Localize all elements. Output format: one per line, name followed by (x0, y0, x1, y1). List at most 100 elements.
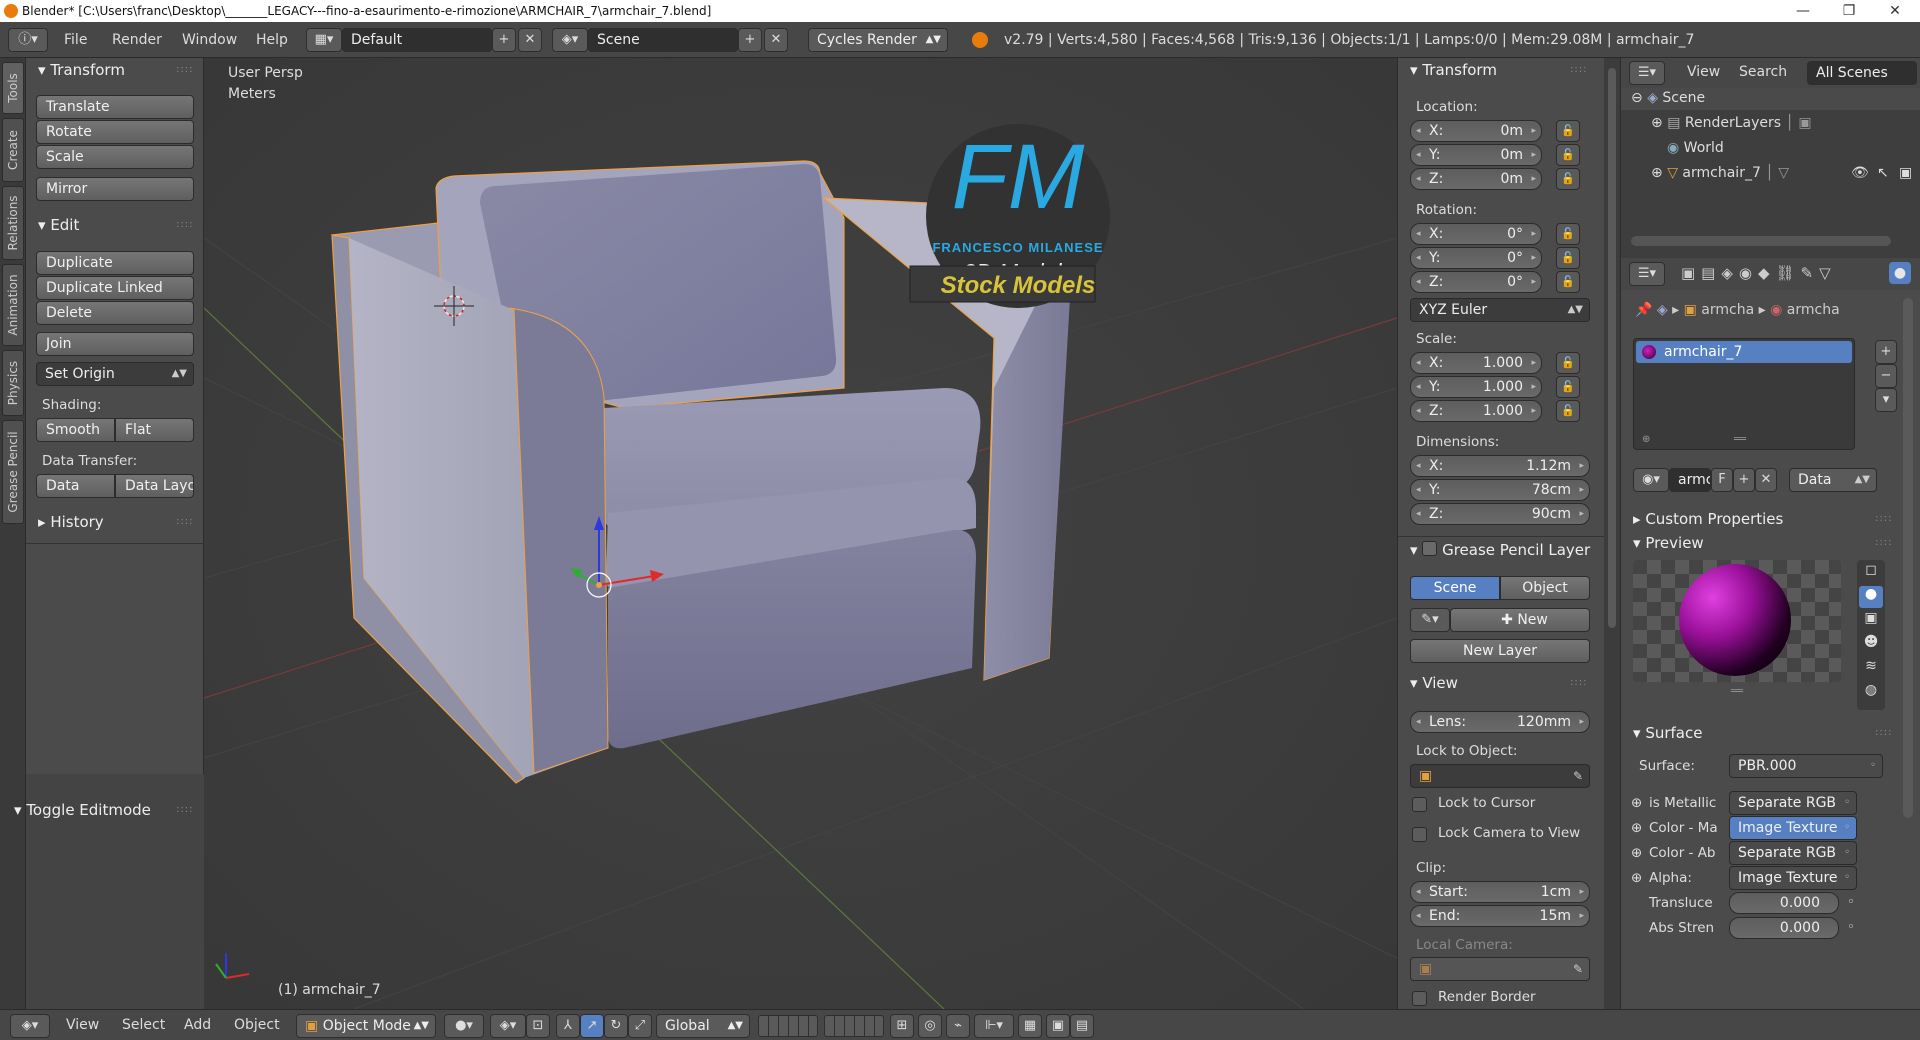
unlink-material-icon[interactable]: ✕ (1755, 468, 1777, 492)
outliner-view-menu[interactable]: View (1687, 64, 1720, 80)
view-panel-header[interactable]: ▾ View (1410, 674, 1458, 692)
tree-item-armchair[interactable]: ⊕ ▽ armchair_7 │ ▽ (1651, 165, 1789, 181)
proportional-edit-icon[interactable]: ◎ (918, 1014, 942, 1038)
tab-grease-pencil[interactable]: Grease Pencil (2, 420, 24, 524)
socket-icon[interactable]: ⊕ (1631, 795, 1642, 811)
panel-grip-icon[interactable]: :::: (1570, 677, 1587, 688)
gp-object-tab[interactable]: Object (1500, 576, 1590, 600)
set-origin-select[interactable]: Set Origin ▲▼ (36, 362, 194, 386)
dimension-z-field[interactable]: ◂ Z: 90cm ▸ (1410, 503, 1590, 525)
preview-resize-icon[interactable]: ══ (1731, 686, 1743, 697)
preview-hair-icon[interactable]: ≋ (1859, 658, 1883, 680)
material-name-field[interactable]: armc (1669, 468, 1711, 492)
preview-flat-icon[interactable]: ◻ (1859, 562, 1883, 584)
lock-object-field[interactable]: ▣ ✎ (1410, 764, 1590, 788)
gp-new-layer-button[interactable]: New Layer (1410, 639, 1590, 663)
surface-shader-select[interactable]: PBR.000 ◦ (1729, 754, 1883, 778)
scene-selector-icon[interactable]: ◈▾ (552, 28, 588, 52)
eyedropper-icon[interactable]: ✎ (1573, 765, 1583, 787)
layout-name-field[interactable]: Default (342, 28, 492, 52)
breadcrumb-object[interactable]: armcha (1701, 302, 1754, 318)
scale-x-field[interactable]: ◂ X: 1.000 ▸ (1410, 352, 1542, 374)
dimension-x-field[interactable]: ◂ X: 1.12m ▸ (1410, 455, 1590, 477)
local-camera-field[interactable]: ▣ ✎ (1410, 957, 1590, 981)
custom-properties-header[interactable]: ▸ Custom Properties (1633, 510, 1783, 528)
transform-orientation-select[interactable]: Global ▲▼ (656, 1014, 750, 1038)
selectability-cursor-icon[interactable]: ↖ (1877, 165, 1889, 181)
material-slot-item[interactable]: armchair_7 (1636, 341, 1852, 363)
surface-header[interactable]: ▾ Surface (1633, 724, 1702, 742)
tab-create[interactable]: Create (2, 118, 24, 182)
remove-scene-icon[interactable]: ✕ (764, 28, 788, 52)
slot-specials-icon[interactable]: ▾ (1875, 388, 1897, 412)
center-points-icon[interactable]: ⊡ (526, 1014, 550, 1038)
viewport-canvas[interactable]: FM FRANCESCO MILANESE 3D Models Stock Mo… (204, 58, 1397, 1009)
pivot-point-icon[interactable]: ◈▾ (490, 1014, 526, 1038)
dimension-y-field[interactable]: ◂ Y: 78cm ▸ (1410, 479, 1590, 501)
menu-select[interactable]: Select (122, 1017, 165, 1033)
lock-layers-icon[interactable]: ⊞ (890, 1014, 914, 1038)
viewport-shading-icon[interactable]: ●▾ (444, 1014, 484, 1038)
material-slot-list[interactable]: armchair_7 ⊕ ══ (1633, 338, 1855, 450)
rotation-z-field[interactable]: ◂ Z: 0° ▸ (1410, 271, 1542, 293)
grease-pencil-toggle[interactable] (1422, 541, 1438, 556)
translucency-slider[interactable]: 0.000 (1729, 892, 1839, 914)
transform-panel-header[interactable]: ▾ Transform (38, 61, 125, 79)
tab-relations[interactable]: Relations (2, 186, 24, 260)
preview-monkey-icon[interactable]: ☻ (1859, 634, 1883, 656)
n-transform-header[interactable]: ▾ Transform (1410, 61, 1497, 79)
properties-editor-type-icon[interactable]: ☰▾ (1629, 262, 1665, 286)
scale-z-field[interactable]: ◂ Z: 1.000 ▸ (1410, 400, 1542, 422)
clip-end-field[interactable]: ◂ End: 15m ▸ (1410, 905, 1590, 927)
data-layout-button[interactable]: Data Layo (115, 474, 194, 498)
abs-strength-slider[interactable]: 0.000 (1729, 917, 1839, 939)
minimize-button[interactable]: — (1780, 0, 1826, 22)
lock-icon[interactable]: 🔓 (1556, 271, 1580, 293)
manipulator-toggle-icon[interactable]: ⅄ (556, 1014, 580, 1038)
duplicate-button[interactable]: Duplicate (36, 251, 194, 275)
menu-add[interactable]: Add (184, 1017, 211, 1033)
panel-grip-icon[interactable]: :::: (1875, 513, 1892, 524)
rotate-button[interactable]: Rotate (36, 120, 194, 144)
panel-grip-icon[interactable]: :::: (1875, 537, 1892, 548)
socket-icon[interactable]: ⊕ (1631, 845, 1642, 861)
panel-grip-icon[interactable]: :::: (1875, 727, 1892, 738)
lock-icon[interactable]: 🔓 (1556, 168, 1580, 190)
render-engine-select[interactable]: Cycles Render ▲▼ (808, 28, 948, 52)
browse-material-icon[interactable]: ◉▾ (1633, 468, 1669, 492)
screen-layout-icon[interactable]: ▦▾ (306, 28, 342, 52)
visibility-eye-icon[interactable]: 👁 (1851, 165, 1869, 181)
scale-manipulator-icon[interactable]: ⤢ (628, 1014, 652, 1038)
edit-panel-header[interactable]: ▾ Edit (38, 216, 79, 234)
grease-pencil-header[interactable]: ▾ Grease Pencil Layer (1410, 541, 1590, 559)
menu-view[interactable]: View (66, 1017, 99, 1033)
mirror-button[interactable]: Mirror (36, 177, 194, 201)
render-border-icon[interactable]: ▦ (1018, 1014, 1042, 1038)
rotation-y-field[interactable]: ◂ Y: 0° ▸ (1410, 247, 1542, 269)
location-x-field[interactable]: ◂ X: 0m ▸ (1410, 120, 1542, 142)
menu-file[interactable]: File (64, 32, 87, 48)
color-ma-input[interactable]: Image Texture ◦ (1729, 816, 1857, 840)
lock-icon[interactable]: 🔓 (1556, 247, 1580, 269)
preview-cube-icon[interactable]: ▣ (1859, 610, 1883, 632)
material-tab-icon[interactable]: ● (1889, 262, 1911, 284)
lock-icon[interactable]: 🔓 (1556, 144, 1580, 166)
remove-layout-icon[interactable]: ✕ (518, 28, 542, 52)
panel-grip-icon[interactable]: :::: (176, 64, 193, 75)
tab-animation[interactable]: Animation (2, 264, 24, 346)
location-z-field[interactable]: ◂ Z: 0m ▸ (1410, 168, 1542, 190)
smooth-button[interactable]: Smooth (36, 418, 115, 442)
tree-item-renderlayers[interactable]: ⊕ ▤ RenderLayers │ ▣ (1651, 115, 1812, 131)
panel-grip-icon[interactable]: :::: (176, 804, 193, 815)
rotate-manipulator-icon[interactable]: ↻ (604, 1014, 628, 1038)
lock-to-cursor-checkbox[interactable] (1412, 797, 1427, 812)
lock-camera-checkbox[interactable] (1412, 827, 1427, 842)
properties-scrollbar-thumb[interactable] (1608, 68, 1616, 628)
snap-element-icon[interactable]: ⊩▾ (974, 1014, 1014, 1038)
render-border-checkbox[interactable] (1412, 991, 1427, 1006)
list-resize-icon[interactable]: ⊕ (1642, 434, 1650, 445)
gp-scene-tab[interactable]: Scene (1410, 576, 1500, 600)
panel-grip-icon[interactable]: :::: (176, 219, 193, 230)
socket-icon[interactable]: ⊕ (1631, 820, 1642, 836)
menu-object[interactable]: Object (234, 1017, 280, 1033)
